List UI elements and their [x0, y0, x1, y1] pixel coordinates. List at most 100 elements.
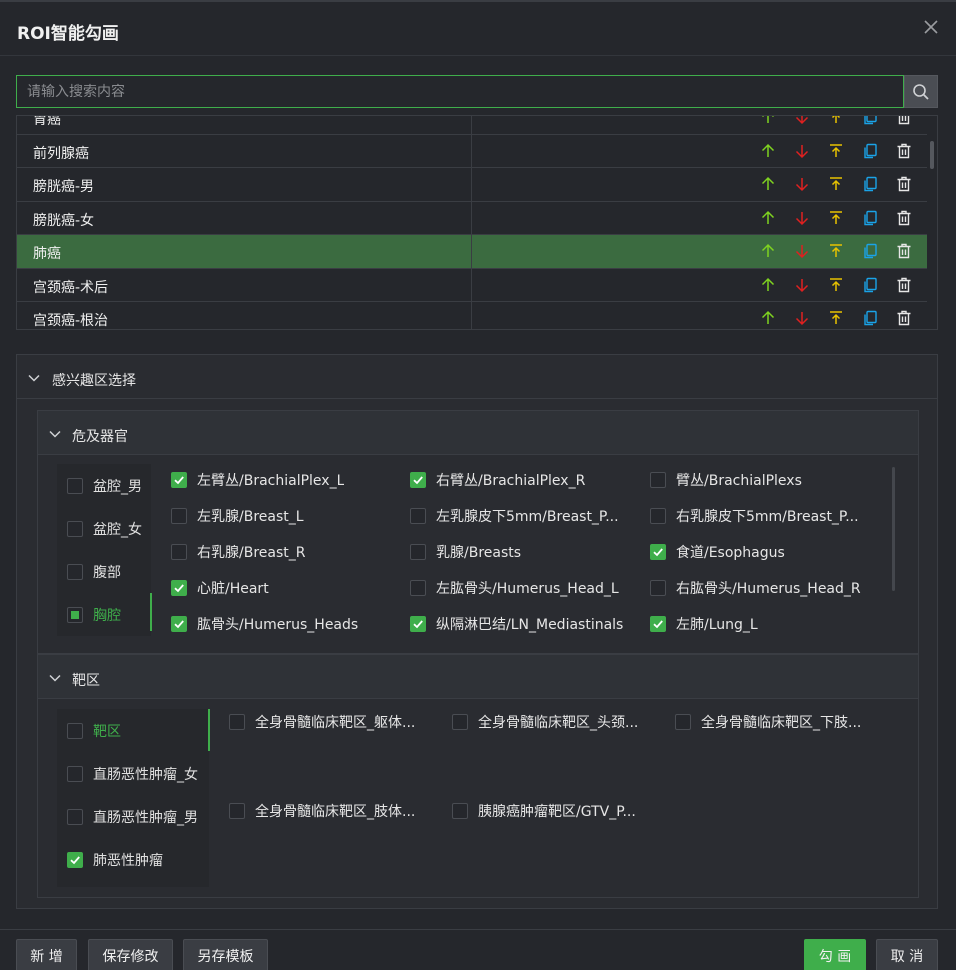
- copy-icon[interactable]: [853, 241, 887, 261]
- roi-item[interactable]: 左乳腺/Breast_L: [171, 506, 407, 526]
- template-row[interactable]: 膀胱癌-女: [17, 201, 927, 235]
- checkbox[interactable]: [171, 508, 187, 524]
- roi-item[interactable]: 全身骨髓临床靶区_肢体...: [229, 801, 449, 821]
- move-top-icon[interactable]: [819, 208, 853, 228]
- checkbox[interactable]: [675, 714, 691, 730]
- checkbox[interactable]: [67, 520, 83, 537]
- checkbox[interactable]: [67, 851, 83, 868]
- oar-scrollbar[interactable]: [892, 467, 895, 591]
- checkbox[interactable]: [67, 477, 83, 494]
- copy-icon[interactable]: [853, 116, 887, 127]
- save-as-template-button[interactable]: 另存模板: [183, 939, 268, 970]
- template-row[interactable]: 肺癌: [17, 235, 927, 269]
- copy-icon[interactable]: [853, 208, 887, 228]
- delete-icon[interactable]: [887, 275, 921, 295]
- template-scrollbar[interactable]: [930, 141, 934, 169]
- search-input[interactable]: [16, 75, 904, 108]
- checkbox[interactable]: [67, 808, 83, 825]
- move-top-icon[interactable]: [819, 275, 853, 295]
- delete-icon[interactable]: [887, 308, 921, 328]
- category-item[interactable]: 盆腔_男: [57, 464, 151, 507]
- delete-icon[interactable]: [887, 141, 921, 161]
- checkbox[interactable]: [67, 606, 83, 623]
- checkbox[interactable]: [171, 616, 187, 632]
- close-icon[interactable]: [922, 18, 940, 36]
- checkbox[interactable]: [67, 563, 83, 580]
- roi-item[interactable]: 右乳腺/Breast_R: [171, 542, 407, 562]
- checkbox[interactable]: [452, 803, 468, 819]
- category-item[interactable]: 肺恶性肿瘤: [57, 838, 209, 881]
- move-down-icon[interactable]: [785, 116, 819, 127]
- move-top-icon[interactable]: [819, 308, 853, 328]
- template-row[interactable]: 前列腺癌: [17, 134, 927, 168]
- roi-item[interactable]: 左臂丛/BrachialPlex_L: [171, 470, 407, 490]
- delete-icon[interactable]: [887, 208, 921, 228]
- checkbox[interactable]: [650, 544, 666, 560]
- category-item[interactable]: 盆腔_女: [57, 507, 151, 550]
- checkbox[interactable]: [410, 544, 426, 560]
- category-item[interactable]: 腹部: [57, 550, 151, 593]
- checkbox[interactable]: [452, 714, 468, 730]
- checkbox[interactable]: [650, 580, 666, 596]
- add-button[interactable]: 新 增: [16, 939, 77, 970]
- move-top-icon[interactable]: [819, 174, 853, 194]
- checkbox[interactable]: [67, 765, 83, 782]
- checkbox[interactable]: [410, 616, 426, 632]
- move-up-icon[interactable]: [751, 141, 785, 161]
- roi-item[interactable]: 臂丛/BrachialPlexs: [650, 470, 886, 490]
- template-row[interactable]: 膀胱癌-男: [17, 168, 927, 202]
- roi-item[interactable]: 左乳腺皮下5mm/Breast_P...: [410, 506, 646, 526]
- move-up-icon[interactable]: [751, 241, 785, 261]
- move-down-icon[interactable]: [785, 208, 819, 228]
- checkbox[interactable]: [67, 722, 83, 739]
- move-down-icon[interactable]: [785, 174, 819, 194]
- roi-item[interactable]: 左肱骨头/Humerus_Head_L: [410, 578, 646, 598]
- roi-item[interactable]: 心脏/Heart: [171, 578, 407, 598]
- roi-item[interactable]: 全身骨髓临床靶区_头颈...: [452, 712, 672, 732]
- checkbox[interactable]: [229, 803, 245, 819]
- roi-item[interactable]: 乳腺/Breasts: [410, 542, 646, 562]
- checkbox[interactable]: [650, 472, 666, 488]
- category-item[interactable]: 直肠恶性肿瘤_女: [57, 752, 209, 795]
- roi-item[interactable]: 纵隔淋巴结/LN_Mediastinals: [410, 614, 646, 634]
- template-row[interactable]: 宫颈癌-术后: [17, 268, 927, 302]
- category-item[interactable]: 直肠恶性肿瘤_男: [57, 795, 209, 838]
- roi-item[interactable]: 右肱骨头/Humerus_Head_R: [650, 578, 886, 598]
- draw-button[interactable]: 勾 画: [804, 939, 866, 970]
- move-up-icon[interactable]: [751, 308, 785, 328]
- checkbox[interactable]: [650, 616, 666, 632]
- move-down-icon[interactable]: [785, 308, 819, 328]
- cancel-button[interactable]: 取 消: [876, 939, 938, 970]
- roi-item[interactable]: 肱骨头/Humerus_Heads: [171, 614, 407, 634]
- checkbox[interactable]: [171, 580, 187, 596]
- copy-icon[interactable]: [853, 275, 887, 295]
- copy-icon[interactable]: [853, 174, 887, 194]
- move-down-icon[interactable]: [785, 141, 819, 161]
- category-item[interactable]: 靶区: [57, 709, 209, 752]
- roi-section-header[interactable]: 感兴趣区选择: [17, 355, 937, 399]
- delete-icon[interactable]: [887, 174, 921, 194]
- checkbox[interactable]: [410, 580, 426, 596]
- template-row[interactable]: 胃癌: [17, 116, 927, 135]
- target-section-header[interactable]: 靶区: [38, 655, 918, 699]
- checkbox[interactable]: [410, 508, 426, 524]
- oar-section-header[interactable]: 危及器官: [38, 411, 918, 455]
- roi-item[interactable]: 右乳腺皮下5mm/Breast_P...: [650, 506, 886, 526]
- template-row[interactable]: 宫颈癌-根治: [17, 302, 927, 329]
- move-up-icon[interactable]: [751, 208, 785, 228]
- move-up-icon[interactable]: [751, 275, 785, 295]
- roi-item[interactable]: 胰腺癌肿瘤靶区/GTV_P...: [452, 801, 672, 821]
- save-changes-button[interactable]: 保存修改: [88, 939, 173, 970]
- checkbox[interactable]: [171, 544, 187, 560]
- delete-icon[interactable]: [887, 241, 921, 261]
- copy-icon[interactable]: [853, 308, 887, 328]
- delete-icon[interactable]: [887, 116, 921, 127]
- roi-item[interactable]: 左肺/Lung_L: [650, 614, 886, 634]
- roi-item[interactable]: 全身骨髓临床靶区_下肢...: [675, 712, 895, 732]
- category-item[interactable]: 胸腔: [57, 593, 151, 636]
- move-down-icon[interactable]: [785, 275, 819, 295]
- move-down-icon[interactable]: [785, 241, 819, 261]
- roi-item[interactable]: 全身骨髓临床靶区_躯体...: [229, 712, 449, 732]
- move-top-icon[interactable]: [819, 141, 853, 161]
- move-up-icon[interactable]: [751, 116, 785, 127]
